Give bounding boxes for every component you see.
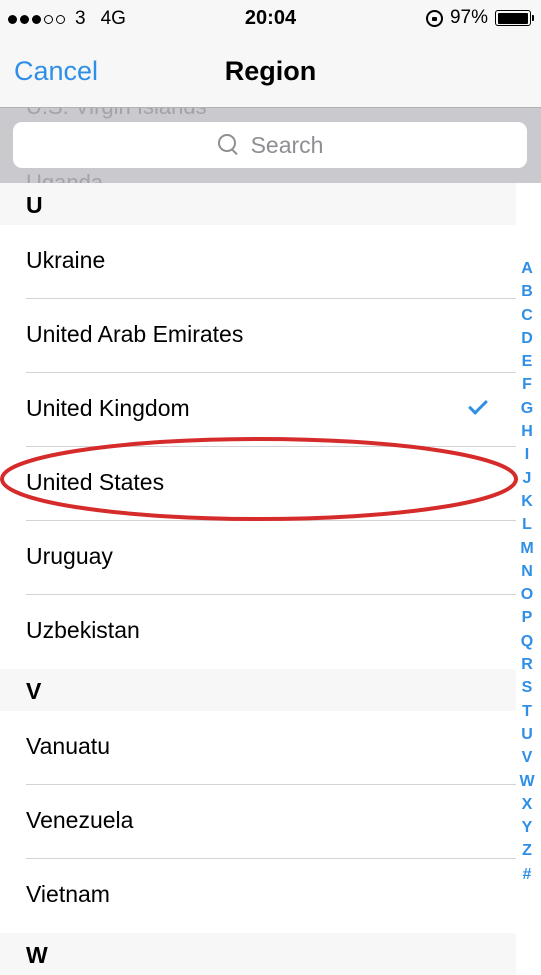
section-header-w: W (0, 933, 516, 975)
battery-icon (495, 10, 534, 26)
index-letter[interactable]: Z (522, 839, 532, 862)
index-letter[interactable]: F (522, 373, 532, 396)
index-letter[interactable]: J (523, 467, 532, 490)
search-bar: U.S. Virgin Islands Uganda Search (0, 108, 541, 183)
page-title: Region (224, 56, 317, 86)
rotation-lock-icon (425, 9, 443, 27)
index-letter[interactable]: X (522, 793, 533, 816)
region-name: United States (26, 469, 165, 495)
region-row[interactable]: Vietnam (0, 859, 516, 933)
region-name: Venezuela (26, 807, 134, 833)
region-name: Ukraine (26, 247, 106, 273)
region-row[interactable]: Vanuatu (0, 711, 516, 785)
index-letter[interactable]: S (522, 676, 533, 699)
search-placeholder: Search (250, 131, 324, 158)
index-letter[interactable]: C (521, 304, 533, 327)
index-letter[interactable]: A (521, 257, 533, 280)
region-row[interactable]: Uzbekistan (0, 595, 516, 669)
checkmark-icon (468, 395, 488, 415)
region-name: United Kingdom (26, 395, 190, 421)
region-name: United Arab Emirates (26, 321, 244, 347)
section-index[interactable]: A B C D E F G H I J K L M N O P Q R S T U V W X Y Z # (519, 257, 535, 886)
status-bar: 3 4G 20:04 97% (0, 0, 541, 36)
index-letter[interactable]: H (521, 420, 533, 443)
region-list[interactable]: U Ukraine United Arab Emirates United Kingd… (0, 183, 541, 975)
index-letter[interactable]: D (521, 327, 533, 350)
search-icon (217, 133, 241, 157)
navigation-bar: Cancel Region (0, 36, 541, 108)
section-header-v: V (0, 669, 516, 711)
index-letter[interactable]: N (521, 560, 533, 583)
index-letter[interactable]: T (522, 700, 532, 723)
index-letter[interactable]: P (522, 606, 533, 629)
status-right: 97% (425, 7, 534, 29)
region-row[interactable]: Venezuela (0, 785, 516, 859)
index-letter[interactable]: Q (521, 630, 533, 653)
index-letter[interactable]: E (522, 350, 533, 373)
index-letter[interactable]: K (521, 490, 533, 513)
index-letter[interactable]: U (521, 723, 533, 746)
scrolled-row-ghost: U.S. Virgin Islands (26, 108, 207, 120)
index-letter[interactable]: O (521, 583, 533, 606)
region-row[interactable]: United Arab Emirates (0, 299, 516, 373)
scrolled-row-ghost: Uganda (26, 170, 104, 183)
search-input[interactable]: Search (13, 122, 527, 168)
region-name: Uruguay (26, 543, 113, 569)
region-name: Vietnam (26, 881, 110, 907)
index-letter[interactable]: Y (522, 816, 533, 839)
region-row[interactable]: Ukraine (0, 225, 516, 299)
battery-percent: 97% (449, 7, 488, 28)
index-letter[interactable]: B (521, 280, 533, 303)
region-row[interactable]: Uruguay (0, 521, 516, 595)
index-letter[interactable]: V (522, 746, 533, 769)
region-name: Vanuatu (26, 733, 110, 759)
index-letter[interactable]: W (519, 770, 534, 793)
index-letter[interactable]: # (523, 863, 532, 886)
index-letter[interactable]: M (520, 537, 533, 560)
section-header-u: U (0, 183, 516, 225)
index-letter[interactable]: I (525, 443, 529, 466)
index-letter[interactable]: L (522, 513, 532, 536)
region-name: Uzbekistan (26, 617, 140, 643)
index-letter[interactable]: G (521, 397, 533, 420)
index-letter[interactable]: R (521, 653, 533, 676)
region-row[interactable]: United States (0, 447, 516, 521)
region-row[interactable]: United Kingdom (0, 373, 516, 447)
